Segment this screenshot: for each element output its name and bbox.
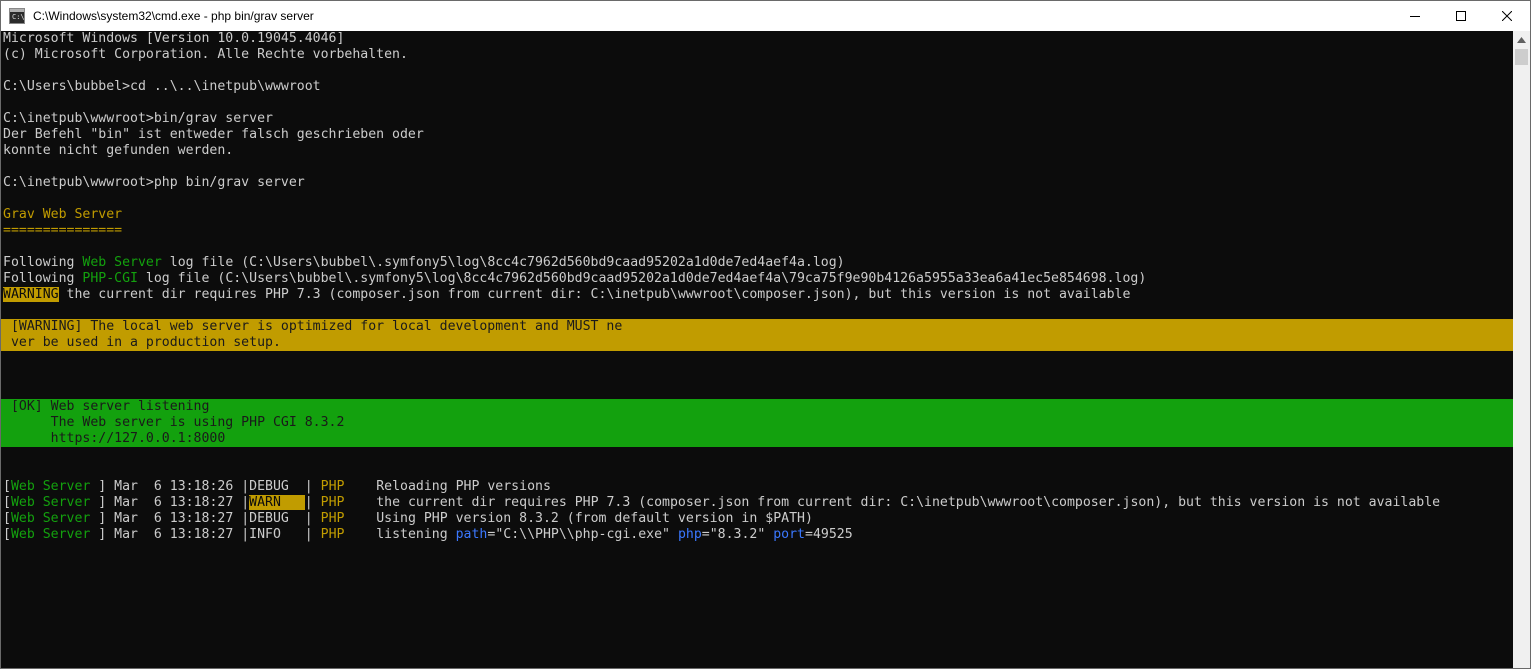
close-icon: [1502, 11, 1512, 21]
console-line: C:\inetpub\wwwroot>php bin/grav server: [3, 175, 305, 190]
log-separator: |: [304, 495, 321, 510]
console-output[interactable]: Microsoft Windows [Version 10.0.19045.40…: [1, 31, 1514, 668]
log-date: ] Mar 6 13:18:27 |: [90, 495, 250, 510]
log-source: Web Server: [10, 495, 91, 510]
warning-block: [WARNING] The local web server is optimi…: [1, 319, 1514, 351]
follow-prefix: Following: [3, 271, 83, 286]
warning-text: the current dir requires PHP 7.3 (compos…: [58, 287, 1131, 302]
follow-log-line: Following Web Server log file (C:\Users\…: [3, 255, 845, 271]
log-bracket: [: [3, 511, 11, 526]
log-value: =49525: [805, 527, 853, 542]
log-level-warn: WARN: [249, 495, 305, 510]
log-source: Web Server: [10, 527, 91, 542]
warning-label: WARNING: [3, 287, 59, 302]
log-bracket: [: [3, 527, 11, 542]
log-message: the current dir requires PHP 7.3 (compos…: [344, 495, 1441, 510]
log-php: PHP: [320, 511, 345, 526]
close-button[interactable]: [1484, 1, 1530, 31]
minimize-button[interactable]: [1392, 1, 1438, 31]
log-value: ="8.3.2": [701, 527, 774, 542]
ok-block: [OK] Web server listening The Web server…: [1, 399, 1514, 447]
window-title: C:\Windows\system32\cmd.exe - php bin/gr…: [33, 9, 314, 23]
log-source: Web Server: [10, 479, 91, 494]
console-line: C:\Users\bubbel>cd ..\..\inetpub\wwwroot: [3, 79, 321, 94]
log-separator: |: [304, 479, 321, 494]
console-line: konnte nicht gefunden werden.: [3, 143, 234, 158]
scroll-up-button[interactable]: [1513, 31, 1530, 48]
log-bracket: [: [3, 495, 11, 510]
log-source: Web Server: [10, 511, 91, 526]
log-separator: |: [304, 527, 321, 542]
log-key: php: [677, 527, 702, 542]
warning-block-line: [WARNING] The local web server is optimi…: [3, 319, 623, 334]
log-date: ] Mar 6 13:18:27 |: [90, 511, 250, 526]
warning-block-line: ver be used in a production setup.: [3, 335, 281, 350]
log-level: DEBUG: [249, 479, 305, 494]
log-level: INFO: [249, 527, 305, 542]
ok-block-line: [OK] Web server listening: [3, 399, 210, 414]
log-php: PHP: [320, 479, 345, 494]
cmd-window: C:\ C:\Windows\system32\cmd.exe - php bi…: [0, 0, 1531, 669]
ok-block-line: The Web server is using PHP CGI 8.3.2: [3, 415, 345, 430]
log-bracket: [: [3, 479, 11, 494]
ok-block-line: https://127.0.0.1:8000: [3, 431, 226, 446]
log-row: [Web Server ] Mar 6 13:18:27 |DEBUG | PH…: [3, 511, 813, 527]
app-icon-label: C:\: [12, 13, 25, 21]
log-message: listening: [344, 527, 456, 542]
log-separator: |: [304, 511, 321, 526]
log-php: PHP: [320, 527, 345, 542]
log-level: DEBUG: [249, 511, 305, 526]
log-row: [Web Server ] Mar 6 13:18:26 |DEBUG | PH…: [3, 479, 551, 495]
scroll-up-arrow-icon: [1517, 36, 1526, 43]
console-line: Der Befehl "bin" ist entweder falsch ges…: [3, 127, 424, 142]
log-message: Using PHP version 8.3.2 (from default ve…: [344, 511, 813, 526]
minimize-icon: [1410, 16, 1420, 17]
vertical-scrollbar[interactable]: [1513, 31, 1530, 668]
server-title: Grav Web Server: [3, 207, 123, 222]
maximize-icon: [1456, 11, 1466, 21]
window-controls: [1392, 1, 1530, 31]
title-bar[interactable]: C:\ C:\Windows\system32\cmd.exe - php bi…: [1, 1, 1530, 31]
console-line: (c) Microsoft Corporation. Alle Rechte v…: [3, 47, 408, 62]
follow-source: PHP-CGI: [82, 271, 138, 286]
log-row: [Web Server ] Mar 6 13:18:27 |WARN | PHP…: [3, 495, 1440, 511]
follow-rest: log file (C:\Users\bubbel\.symfony5\log\…: [137, 271, 1147, 286]
log-row: [Web Server ] Mar 6 13:18:27 |INFO | PHP…: [3, 527, 853, 543]
warning-line: WARNING the current dir requires PHP 7.3…: [3, 287, 1130, 303]
log-php: PHP: [320, 495, 345, 510]
follow-log-line: Following PHP-CGI log file (C:\Users\bub…: [3, 271, 1146, 287]
maximize-button[interactable]: [1438, 1, 1484, 31]
server-title-underline: ===============: [3, 223, 123, 238]
log-date: ] Mar 6 13:18:27 |: [90, 527, 250, 542]
log-value: ="C:\\PHP\\php-cgi.exe": [487, 527, 678, 542]
log-message: Reloading PHP versions: [344, 479, 551, 494]
console-line: Microsoft Windows [Version 10.0.19045.40…: [3, 31, 345, 46]
scroll-thumb[interactable]: [1515, 49, 1528, 65]
follow-rest: log file (C:\Users\bubbel\.symfony5\log\…: [161, 255, 845, 270]
console-line: C:\inetpub\wwwroot>bin/grav server: [3, 111, 273, 126]
follow-source: Web Server: [82, 255, 162, 270]
log-key: path: [455, 527, 488, 542]
log-date: ] Mar 6 13:18:26 |: [90, 479, 250, 494]
follow-prefix: Following: [3, 255, 83, 270]
cmd-app-icon[interactable]: C:\: [9, 8, 25, 24]
log-key: port: [773, 527, 805, 542]
